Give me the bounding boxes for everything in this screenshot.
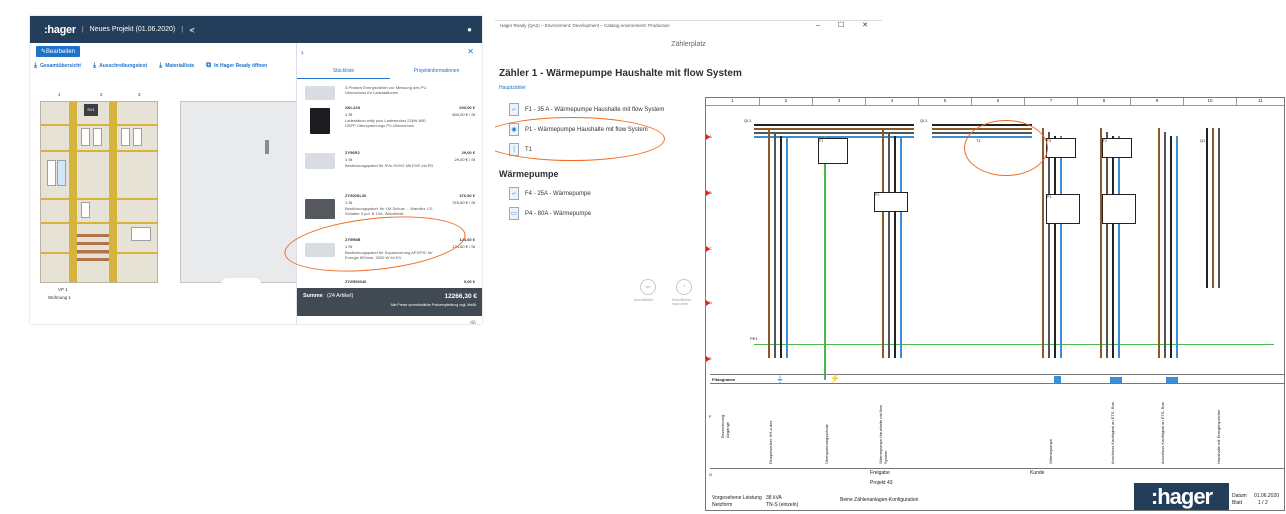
device-p1[interactable]: P1 bbox=[874, 192, 908, 212]
busbar-line bbox=[754, 124, 914, 126]
project-title[interactable]: Neues Projekt (01.06.2020) bbox=[90, 26, 176, 33]
connect-up-button[interactable]: ↑ bbox=[676, 279, 692, 295]
product-image bbox=[305, 199, 335, 219]
tab-parts-list[interactable]: Stückliste bbox=[297, 65, 390, 79]
sum-bar: Summe (24 Artikel) 12266,30 € Alle Preis… bbox=[297, 288, 482, 316]
highlight-circle bbox=[964, 120, 1048, 176]
page-title: Zähler 1 - Wärmepumpe Haushalte mit flow… bbox=[499, 68, 742, 79]
hager-logo: :hager bbox=[1134, 483, 1229, 510]
bus-icon bbox=[1110, 377, 1122, 383]
parts-panel: › ✕ Stückliste Projektinformationen 3-Ph… bbox=[296, 43, 482, 324]
panel-tabs: Stückliste Projektinformationen bbox=[297, 65, 482, 79]
edit-button[interactable]: ✎ Bearbeiten bbox=[36, 46, 80, 57]
column-divider bbox=[109, 102, 117, 282]
open-hager-ready-link[interactable]: ⧉ In Hager Ready öffnen bbox=[206, 62, 267, 70]
device-f2[interactable]: F2 bbox=[1102, 138, 1132, 158]
material-list-link[interactable]: ⤓ Materialliste bbox=[159, 62, 194, 70]
column-number: 2 bbox=[100, 92, 103, 97]
tab-project-info[interactable]: Projektinformationen bbox=[390, 65, 482, 79]
column-number: 3 bbox=[138, 92, 141, 97]
window-controls[interactable]: – ☐ ✕ bbox=[816, 21, 876, 29]
list-item[interactable]: ⌐ F1 - 35 A - Wärmepumpe Haushalte mit fl… bbox=[509, 103, 664, 116]
product-image bbox=[305, 153, 335, 169]
download-icon: ⤓ bbox=[34, 62, 38, 69]
pe-line bbox=[754, 344, 1274, 345]
list-item[interactable]: ZY2R66040 0,00 € bbox=[305, 279, 477, 287]
meter-device bbox=[57, 160, 66, 186]
highlight-circle bbox=[495, 117, 665, 161]
page-subtitle: Zählerplatz bbox=[671, 41, 706, 48]
breaker-icon: ⌐ bbox=[509, 103, 519, 116]
overview-link[interactable]: ⤓ Gesamtübersicht bbox=[34, 62, 81, 70]
section-heading: Wärmepumpe bbox=[499, 169, 559, 179]
column-divider bbox=[69, 102, 77, 282]
circuit-diagram: 1 2 3 4 5 6 7 8 9 10 11 A B C D E F G QL… bbox=[705, 97, 1285, 511]
cabinet-tag: SV1 bbox=[84, 104, 98, 116]
user-icon[interactable]: ● bbox=[467, 25, 472, 34]
cabinet-caption: VP 1 bbox=[58, 287, 68, 292]
surge-icon: ⚡ bbox=[830, 374, 840, 383]
heatpump-icon bbox=[1054, 376, 1061, 383]
meter-device bbox=[47, 160, 56, 186]
product-image bbox=[310, 108, 330, 134]
bus-icon bbox=[1166, 377, 1178, 383]
cabinet-door[interactable] bbox=[180, 101, 298, 286]
sum-total: 12266,30 € bbox=[444, 293, 477, 300]
tender-text-link[interactable]: ⤓ Ausschreibungstext bbox=[93, 62, 147, 70]
door-handle bbox=[265, 140, 269, 154]
section-link[interactable]: Hauptzähler bbox=[499, 85, 526, 91]
pictogram-label: Piktogramm bbox=[712, 377, 736, 382]
share-icon[interactable]: ⋞ bbox=[189, 26, 195, 34]
list-item[interactable]: ⌐ F4 - 25A - Wärmepumpe bbox=[509, 187, 591, 200]
close-icon[interactable]: ✕ bbox=[467, 47, 474, 56]
busbar bbox=[77, 234, 109, 237]
product-image bbox=[305, 86, 335, 100]
breaker-icon: ⌐ bbox=[509, 187, 519, 200]
list-item[interactable]: ▭ P4 - 80A - Wärmepumpe bbox=[509, 207, 591, 220]
connect-button[interactable]: ⇦ bbox=[640, 279, 656, 295]
device-f3[interactable]: F3 bbox=[1046, 138, 1076, 158]
meter-icon: ▭ bbox=[509, 207, 519, 220]
app-header: :hager | Neues Projekt (01.06.2020) | ⋞ … bbox=[30, 16, 482, 43]
settings-icon[interactable]: ◎ bbox=[470, 319, 476, 324]
meter-cabinet[interactable]: SV1 bbox=[40, 101, 158, 283]
list-item[interactable]: XKL22S 1 St Ladestation witty plus Lades… bbox=[305, 105, 477, 141]
toolbar: ⤓ Gesamtübersicht ⤓ Ausschreibungstext ⤓ Ma… bbox=[34, 62, 267, 70]
device-p3[interactable]: P3 bbox=[1046, 194, 1080, 224]
column-number: 1 bbox=[58, 92, 61, 97]
plug-icon: ⏚ bbox=[776, 375, 784, 384]
chevron-right-icon[interactable]: › bbox=[301, 48, 304, 57]
hager-logo: :hager bbox=[44, 23, 76, 36]
download-icon: ⤓ bbox=[159, 62, 163, 69]
external-icon: ⧉ bbox=[206, 62, 212, 69]
planner-window: :hager | Neues Projekt (01.06.2020) | ⋞ … bbox=[30, 16, 482, 324]
column-ruler: 1 2 3 4 5 6 7 8 9 10 11 bbox=[706, 98, 1284, 106]
device-f1[interactable]: F1 bbox=[818, 138, 848, 164]
list-item[interactable]: ZY56R2 1 St Bestückungspaket für SVs-SVH… bbox=[305, 150, 477, 186]
cabinet-caption: Wohnung 1 bbox=[48, 295, 71, 300]
download-icon: ⤓ bbox=[92, 62, 97, 69]
device-q1[interactable]: Q1 bbox=[1200, 138, 1205, 143]
